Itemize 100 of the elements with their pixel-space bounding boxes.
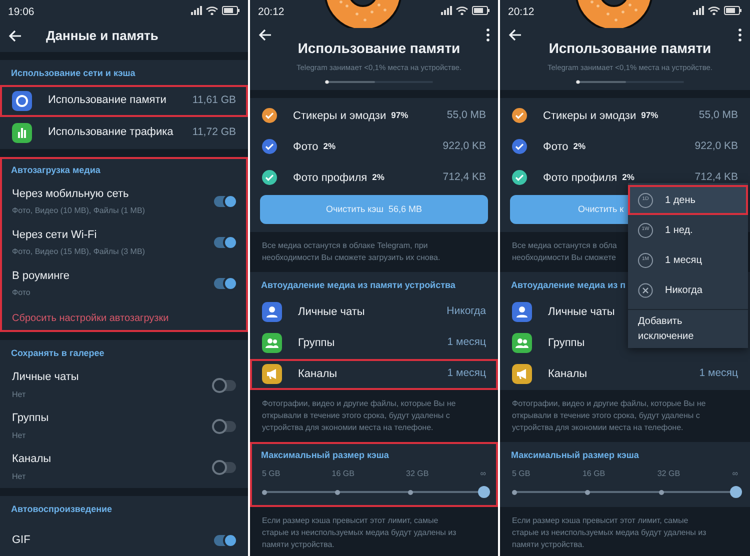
tick-label: 32 GB [657,468,680,480]
section-header: Максимальный размер кэша [260,448,390,462]
tick-label: 5 GB [512,468,530,480]
category-size: 55,0 MB [446,108,486,123]
row-label[interactable]: Личные чаты [298,304,365,320]
category-label: Фото [293,140,318,154]
checkbox[interactable] [262,108,277,124]
more-icon[interactable] [738,28,742,42]
slider-thumb[interactable] [730,486,742,498]
wifi-icon [206,6,218,15]
back-icon[interactable] [508,28,522,42]
tick-label: ∞ [480,468,486,480]
row-label[interactable]: Группы [12,410,49,427]
signal-icon [693,6,704,15]
section-header: Автозагрузка медиа [10,164,102,177]
toggle-switch[interactable] [214,237,236,248]
menu-item[interactable]: Добавить исключение [628,314,748,344]
row-label[interactable]: Каналы [298,366,338,382]
slider-thumb[interactable] [478,486,490,498]
row-label[interactable]: Использование трафика [48,124,174,141]
info-text: Все медиа останутся в облаке Telegram, при необходимости Вы сможете загрузить их снова. [262,240,440,264]
category-percent: 2% [622,171,634,184]
checkbox[interactable] [262,170,277,186]
section-header: Автовоспроизведение [10,502,114,516]
category-size: 922,0 KB [442,138,486,154]
category-label: Фото профиля [543,170,618,186]
category-size: 55,0 MB [698,108,738,123]
category-size: 922,0 KB [694,138,738,154]
row-value: 1 месяц [447,366,486,382]
tick-label: 32 GB [406,468,429,480]
back-icon[interactable] [8,29,22,43]
row-label[interactable]: Каналы [12,451,52,468]
info-text: Фотографии, видео и другие файлы, которые Вы не открывали в течение этого срока, будут удалены с устройства для экономии места на телефоне. [512,398,706,434]
section-header: Сохранять в галерее [10,347,106,360]
battery-icon [472,6,490,15]
back-icon[interactable] [258,28,272,42]
section-header: Максимальный размер кэша [510,448,640,462]
screen-title: Использование памяти [548,39,712,58]
signal-icon [191,6,202,15]
category-percent: 2% [573,140,586,154]
screen-title: Использование памяти [298,39,460,58]
wifi-icon [456,6,468,15]
row-subtitle: Нет [12,430,27,442]
checkbox[interactable] [512,139,527,154]
status-time: 20:12 [258,5,284,20]
row-label[interactable]: Использование памяти [48,92,166,109]
checkbox[interactable] [262,139,277,154]
toggle-switch[interactable] [214,462,236,472]
row-subtitle: Фото, Видео (15 MB), Файлы (3 MB) [12,246,145,258]
tick-label: 16 GB [332,468,354,480]
category-percent: 97% [641,109,658,122]
reset-link[interactable]: Сбросить настройки автозагрузки [0,304,248,332]
row-label[interactable]: Группы [548,335,585,352]
info-text: Если размер кэша превысит этот лимит, самые старые из неиспользуемых медиа будут удалены из памяти устройства. [512,515,706,552]
category-percent: 2% [372,171,384,184]
category-label: Стикеры и эмодзи [293,108,386,124]
checkbox[interactable] [512,108,527,124]
row-value: 1 месяц [699,366,738,382]
row-label[interactable]: Через мобильную сеть [12,186,145,202]
row-value: Никогда [446,304,486,320]
category-size: 712,4 KB [694,170,738,185]
screen-title: Данные и память [46,27,158,46]
menu-item[interactable]: Никогда [628,275,748,305]
more-icon[interactable] [486,28,490,42]
category-percent: 97% [391,109,408,122]
signal-icon [441,6,452,15]
tick-label: 16 GB [582,468,606,480]
row-value: 11,61 GB [192,92,236,108]
row-label[interactable]: Каналы [548,366,588,382]
row-label[interactable]: Группы [298,335,335,352]
row-label[interactable]: В роуминге [12,268,70,284]
close-circle-icon [638,282,653,298]
status-time: 19:06 [8,5,34,20]
row-label[interactable]: Личные чаты [12,369,79,386]
info-text: Если размер кэша превысит этот лимит, самые старые из неиспользуемых медиа будут удалены из памяти устройства. [262,515,456,552]
category-label: Стикеры и эмодзи [543,108,636,124]
section-header: Автоудаление медиа из памяти устройства [260,279,456,292]
tick-label: ∞ [732,468,738,480]
info-text: Все медиа останутся в обла необходимости Вы сможете [512,240,617,264]
category-size: 712,4 KB [442,170,486,185]
category-percent: 2% [323,140,336,154]
row-subtitle: Нет [12,470,27,483]
category-label: Фото профиля [293,170,368,186]
battery-icon [222,6,240,15]
toggle-switch[interactable] [214,420,236,432]
toggle-switch[interactable] [214,278,236,289]
battery-icon [724,6,742,15]
row-value: 1 месяц [447,335,486,350]
tick-label: 5 GB [262,468,280,480]
row-label[interactable]: Личные чаты [548,304,615,320]
row-label[interactable]: GIF [12,532,30,549]
toggle-switch[interactable] [214,380,236,390]
info-text: Фотографии, видео и другие файлы, которые Вы не открывали в течение этого срока, будут удалены с устройства для экономии места на телефоне. [262,398,456,434]
toggle-switch[interactable] [214,535,236,546]
row-subtitle: Фото [12,287,32,300]
row-label[interactable]: Через сети Wi-Fi [12,226,145,244]
section-header: Автоудаление медиа из п [510,279,627,292]
toggle-switch[interactable] [214,196,236,207]
checkbox[interactable] [512,170,527,186]
row-subtitle: Нет [12,388,27,401]
